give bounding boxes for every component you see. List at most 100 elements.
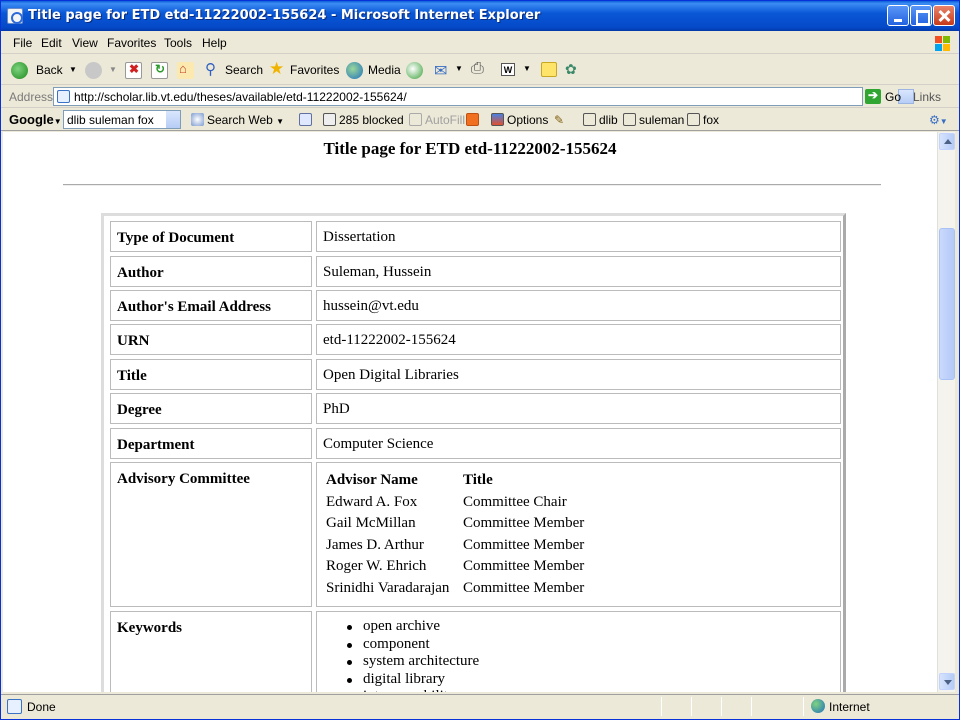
search-web-button[interactable]: Search Web ▼	[191, 113, 284, 127]
list-item: system architecture	[343, 653, 479, 671]
row-value: etd-11222002-155624	[316, 324, 841, 355]
page-done-icon	[7, 699, 22, 714]
table-row: Type of Document Dissertation	[110, 221, 841, 252]
mail-dropdown-icon[interactable]: ▼	[455, 64, 463, 73]
page-info-icon	[299, 113, 312, 126]
row-label: Advisory Committee	[110, 462, 312, 607]
translate-icon[interactable]: ⚙▼	[929, 113, 948, 127]
home-icon[interactable]: ⌂	[177, 61, 194, 79]
menu-view[interactable]: View	[72, 36, 98, 50]
go-arrow-icon: ➔	[865, 88, 881, 104]
messenger-icon[interactable]: ✿	[565, 61, 577, 78]
row-label: Type of Document	[110, 221, 312, 252]
row-label: Keywords	[110, 611, 312, 692]
search-term-suleman[interactable]: suleman	[623, 113, 684, 127]
page-icon	[57, 90, 70, 103]
vertical-scrollbar[interactable]	[937, 132, 955, 692]
highlight-icon[interactable]: ✎	[554, 113, 564, 127]
scroll-down-button[interactable]	[939, 673, 955, 690]
row-value: hussein@vt.edu	[316, 290, 841, 321]
page-title: Title page for ETD etd-11222002-155624	[323, 139, 617, 158]
menu-favorites[interactable]: Favorites	[107, 36, 156, 50]
title-bar: Title page for ETD etd-11222002-155624 -…	[1, 1, 959, 31]
row-label: Department	[110, 428, 312, 459]
table-row: URN etd-11222002-155624	[110, 324, 841, 355]
edit-word-icon[interactable]: W	[501, 63, 515, 76]
close-button[interactable]	[933, 5, 955, 26]
keywords-row: Keywords open archive component system a…	[110, 611, 841, 692]
media-button[interactable]: Media	[346, 59, 401, 81]
status-divider	[661, 697, 662, 716]
stop-icon[interactable]: ✖	[125, 62, 142, 79]
window-title: Title page for ETD etd-11222002-155624 -…	[28, 8, 541, 23]
minimize-button[interactable]	[887, 5, 909, 26]
favorites-button[interactable]: ★ Favorites	[269, 59, 341, 81]
back-arrow-icon	[11, 62, 28, 79]
links-toolbar[interactable]: Links	[913, 90, 941, 104]
keywords-cell: open archive component system architectu…	[316, 611, 841, 692]
options-button[interactable]: Options	[491, 113, 548, 127]
status-divider	[721, 697, 722, 716]
options-icon	[491, 113, 504, 126]
divider	[63, 184, 881, 186]
edit-dropdown-icon[interactable]: ▼	[523, 64, 531, 73]
address-url: http://scholar.lib.vt.edu/theses/availab…	[74, 90, 407, 104]
search-term-dlib[interactable]: dlib	[583, 113, 618, 127]
windows-logo-icon	[933, 34, 951, 51]
forward-arrow-icon	[85, 62, 102, 79]
internet-zone-icon	[811, 699, 825, 713]
page-info-button[interactable]	[299, 113, 315, 127]
scroll-up-button[interactable]	[939, 133, 955, 150]
menu-bar: File Edit View Favorites Tools Help	[1, 32, 959, 54]
google-toolbar: Google▼ dlib suleman fox Search Web ▼ 28…	[1, 109, 959, 131]
notes-icon[interactable]	[541, 62, 557, 77]
search-button[interactable]: ⚲ Search	[205, 59, 265, 81]
address-input[interactable]: http://scholar.lib.vt.edu/theses/availab…	[53, 87, 914, 106]
menu-help[interactable]: Help	[202, 36, 227, 50]
print-icon[interactable]: ⎙	[471, 60, 484, 78]
status-divider	[751, 697, 752, 716]
back-dropdown-icon[interactable]: ▼	[69, 59, 77, 81]
autofill-button[interactable]: AutoFill	[409, 113, 465, 127]
etd-metadata-table: Type of Document Dissertation Author Sul…	[101, 213, 846, 692]
scroll-thumb[interactable]	[939, 228, 955, 380]
keywords-list: open archive component system architectu…	[343, 618, 479, 692]
row-value: PhD	[316, 393, 841, 424]
back-button[interactable]: Back ▼	[7, 59, 77, 81]
google-logo[interactable]: Google▼	[9, 112, 62, 127]
refresh-icon[interactable]: ↻	[151, 62, 168, 79]
status-bar: Done Internet	[1, 694, 959, 719]
media-icon	[346, 62, 363, 79]
forward-button[interactable]: ▼	[81, 59, 121, 81]
committee-cell: Advisor Name Title Edward A. Fox Committ…	[316, 462, 841, 607]
address-bar: Address http://scholar.lib.vt.edu/theses…	[1, 86, 959, 108]
maximize-button[interactable]	[910, 5, 932, 26]
mail-icon[interactable]: ✉	[434, 61, 447, 81]
star-icon: ★	[269, 59, 285, 78]
row-value: Suleman, Hussein	[316, 256, 841, 287]
address-label: Address	[9, 90, 54, 104]
standard-toolbar: Back ▼ ▼ ✖ ↻ ⌂ ⚲ Search ★ Favorites Medi…	[1, 55, 959, 85]
search-term-fox[interactable]: fox	[687, 113, 719, 127]
list-item: component	[343, 636, 479, 654]
blogger-button[interactable]	[466, 113, 482, 127]
menu-tools[interactable]: Tools	[164, 36, 192, 50]
menu-edit[interactable]: Edit	[41, 36, 62, 50]
browser-window: Title page for ETD etd-11222002-155624 -…	[0, 0, 960, 720]
status-divider	[691, 697, 692, 716]
list-item: digital library	[343, 671, 479, 689]
ie-page-icon	[7, 8, 23, 24]
history-icon[interactable]	[406, 62, 423, 79]
forward-dropdown-icon[interactable]: ▼	[109, 59, 117, 81]
google-search-input[interactable]: dlib suleman fox	[63, 110, 181, 129]
popup-blocker-button[interactable]: 285 blocked	[323, 113, 404, 127]
table-row: Author's Email Address hussein@vt.edu	[110, 290, 841, 321]
menu-file[interactable]: File	[13, 36, 32, 50]
binoculars-icon	[191, 113, 204, 126]
row-label: Degree	[110, 393, 312, 424]
popup-blocker-icon	[323, 113, 336, 126]
row-value: Computer Science	[316, 428, 841, 459]
security-zone: Internet	[829, 700, 870, 714]
status-divider	[803, 697, 804, 716]
google-dropdown-icon[interactable]	[166, 111, 180, 128]
